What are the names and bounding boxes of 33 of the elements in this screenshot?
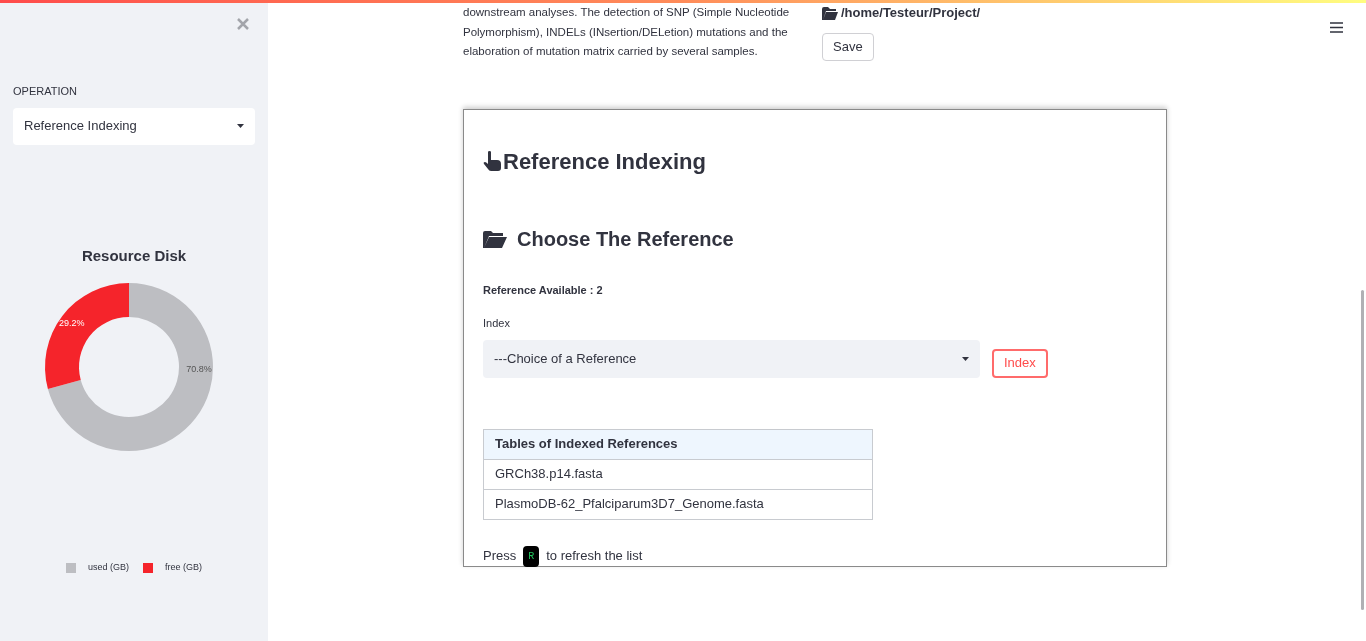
caret-icon (962, 356, 969, 361)
scrollbar[interactable] (1361, 290, 1364, 610)
table-cell: PlasmoDB-62_Pfalciparum3D7_Genome.fasta (483, 489, 873, 519)
description-text: downstream analyses. The detection of SNP (Simple Nucleotide (463, 5, 791, 20)
legend-swatch (66, 562, 76, 573)
folder-path: /home/Testeur/Project/ (841, 4, 981, 23)
menu-icon[interactable] (1330, 22, 1343, 33)
description-text: elaboration of mutation matrix carried by several samples. (463, 44, 759, 59)
legend-swatch (143, 562, 153, 573)
table-cell: GRCh38.p14.fasta (483, 459, 873, 489)
slice-label: 29.2% (59, 318, 85, 329)
hint-text: Press (483, 547, 517, 566)
legend-label: free (GB) (165, 561, 202, 574)
chart-title: Resource Disk (80, 245, 188, 266)
folder-icon (822, 6, 838, 20)
slice-label: 70.8% (186, 364, 212, 375)
folder-icon (483, 229, 507, 248)
description-text: Polymorphism), INDELs (INsertion/DELetion) mutations and the (463, 24, 789, 40)
operation-select[interactable]: Reference Indexing (13, 107, 255, 145)
close-icon[interactable] (237, 18, 249, 30)
field-label: OPERATION (13, 84, 78, 99)
save-button[interactable]: Save (822, 33, 874, 61)
reference-select[interactable]: ---Choice of a Reference (483, 339, 980, 378)
column-header: Tables of Indexed References (483, 429, 873, 459)
key-badge: R (523, 545, 540, 567)
field-label: Index (483, 316, 511, 331)
card-title: Reference Indexing (503, 147, 706, 176)
reference-count: Reference Available : 2 (483, 282, 604, 298)
section-title: Choose The Reference (517, 226, 734, 252)
hint-text: to refresh the list (546, 547, 643, 566)
caret-icon (237, 124, 244, 128)
legend-label: used (GB) (88, 561, 129, 574)
pointing-hand-icon (483, 151, 501, 171)
